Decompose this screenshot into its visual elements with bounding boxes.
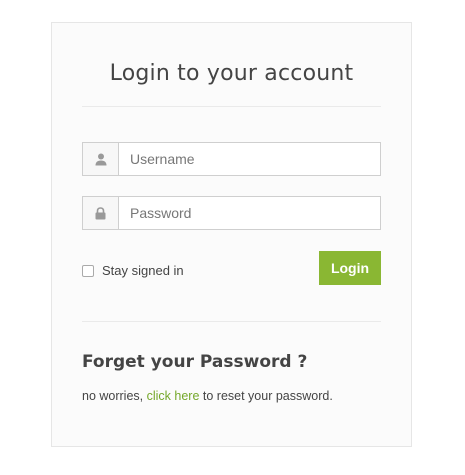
forgot-password-title: Forget your Password ? [82, 352, 308, 372]
remember-label: Stay signed in [102, 263, 184, 278]
login-button[interactable]: Login [319, 251, 381, 285]
forgot-text-before: no worries, [82, 389, 147, 403]
password-input[interactable] [119, 197, 380, 229]
login-card: Login to your account Stay signed in Log… [51, 22, 412, 447]
section-divider [82, 321, 381, 322]
remember-checkbox[interactable] [82, 264, 94, 277]
lock-icon [83, 197, 119, 229]
forgot-text-after: to reset your password. [199, 389, 333, 403]
password-field [82, 196, 381, 230]
remember-me[interactable]: Stay signed in [82, 263, 184, 278]
username-input[interactable] [119, 143, 380, 175]
reset-password-link[interactable]: click here [147, 389, 200, 403]
user-icon [83, 143, 119, 175]
forgot-password-text: no worries, click here to reset your pas… [82, 389, 333, 403]
login-title: Login to your account [109, 61, 354, 86]
title-divider [82, 106, 381, 107]
username-field [82, 142, 381, 176]
